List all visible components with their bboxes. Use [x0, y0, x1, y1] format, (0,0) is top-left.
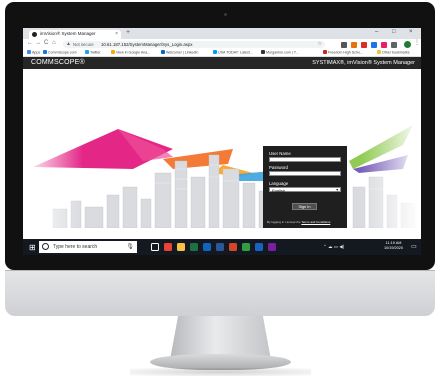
terms-prefix: By logging in I accept the: [267, 220, 302, 224]
word-icon[interactable]: [216, 243, 224, 251]
bookmark-item[interactable]: Welcome! | LinkedIn: [161, 50, 198, 55]
commscope-logo: COMMSCOPE®: [31, 59, 85, 66]
bookmark-label: Freedom High Scho...: [328, 50, 363, 55]
password-label: Password: [269, 165, 288, 170]
browser-tabstrip: imVision® System Manager × + – □ ×: [23, 28, 421, 39]
language-selected: English: [272, 188, 286, 193]
bookmark-label: Welcome! | LinkedIn: [166, 50, 199, 55]
start-button[interactable]: ⊞: [29, 243, 36, 252]
screen: imVision® System Manager × + – □ × ← → C…: [23, 28, 421, 255]
bookmark-icon: [27, 50, 31, 54]
favicon-icon: [32, 32, 37, 37]
monitor-scene: imVision® System Manager × + – □ × ← → C…: [0, 0, 441, 387]
clock-date: 10/19/2020: [384, 246, 404, 250]
bookmark-label: USA TODAY: Latest...: [218, 50, 253, 55]
bookmark-item[interactable]: Morganton.com | T...: [261, 50, 299, 55]
search-placeholder: Type here to search: [53, 244, 98, 250]
maximize-button[interactable]: □: [392, 29, 396, 35]
extension-icon[interactable]: [371, 41, 377, 48]
chevron-down-icon: ▼: [335, 187, 339, 192]
bookmarks-bar: Other bookmarks Apps CommScope.com Twitter…: [23, 49, 421, 57]
extension-icon[interactable]: [351, 41, 357, 48]
other-bookmarks-label: Other bookmarks: [382, 50, 410, 55]
bookmark-star-icon[interactable]: ☆: [318, 41, 322, 47]
bookmark-label: Morganton.com | T...: [266, 50, 299, 55]
folder-icon: [377, 50, 381, 54]
bookmark-label: CommScope.com: [48, 50, 77, 55]
task-view-icon[interactable]: [151, 243, 159, 251]
bookmark-label: View in Google Ana...: [116, 50, 151, 55]
app-7-icon[interactable]: [242, 243, 250, 251]
bookmark-icon: [85, 50, 89, 54]
login-panel: User Name Password Language English ▼ Si…: [263, 146, 347, 228]
bookmark-item[interactable]: View in Google Ana...: [111, 50, 150, 55]
taskbar-search[interactable]: Type here to search 🎙: [39, 241, 137, 253]
close-tab-icon[interactable]: ×: [115, 31, 118, 37]
bookmark-icon: [43, 50, 47, 54]
terms-notice: By logging in I accept the Terms and Con…: [267, 220, 347, 224]
microphone-icon[interactable]: 🎙: [126, 243, 134, 250]
bookmark-item[interactable]: Freedom High Scho...: [323, 50, 363, 55]
bookmark-item[interactable]: USA TODAY: Latest...: [213, 50, 253, 55]
webcam: [224, 13, 227, 16]
bookmark-icon: [323, 50, 327, 54]
terms-link[interactable]: Terms and Conditions: [301, 220, 330, 224]
outlook-icon[interactable]: [203, 243, 211, 251]
app-8-icon[interactable]: [255, 243, 263, 251]
language-label: Language: [269, 181, 289, 186]
hero-graphic: [23, 69, 421, 228]
app-9-icon[interactable]: [268, 243, 276, 251]
other-bookmarks[interactable]: Other bookmarks: [377, 50, 410, 55]
home-icon[interactable]: ⌂: [52, 40, 56, 46]
sign-in-button[interactable]: Sign In: [292, 203, 317, 210]
browser-tab[interactable]: imVision® System Manager ×: [29, 30, 121, 39]
bookmark-icon: [213, 50, 217, 54]
language-select[interactable]: English ▼: [269, 187, 341, 193]
address-bar[interactable]: ▲ Not secure 10.61.187.152/SystemManager…: [63, 40, 325, 48]
monitor-shadow: [130, 368, 311, 376]
notification-icon[interactable]: ▭: [411, 243, 417, 250]
username-input[interactable]: [269, 157, 341, 162]
chrome-icon[interactable]: [164, 243, 172, 251]
bookmark-item[interactable]: CommScope.com: [43, 50, 77, 55]
bookmark-label: Twitter: [90, 50, 101, 55]
extension-icon[interactable]: [341, 41, 347, 48]
back-icon[interactable]: ←: [27, 40, 33, 46]
bookmark-icon: [261, 50, 265, 54]
extension-icon[interactable]: [361, 41, 367, 48]
tab-title: imVision® System Manager: [40, 31, 96, 36]
new-tab-button[interactable]: +: [126, 29, 130, 36]
url-text[interactable]: 10.61.187.152/SystemManager/Sys_Login.as…: [101, 42, 193, 47]
password-input[interactable]: [269, 171, 341, 176]
reload-icon[interactable]: C: [44, 40, 48, 46]
minimize-button[interactable]: –: [375, 29, 378, 35]
browser-menu-icon[interactable]: ⋮: [414, 39, 420, 46]
extension-icon[interactable]: [391, 41, 397, 48]
excel-icon[interactable]: [190, 243, 198, 251]
browser-toolbar: ← → C ⌂ ▲ Not secure 10.61.187.152/Syste…: [23, 39, 421, 49]
forward-icon[interactable]: →: [35, 40, 41, 46]
bookmark-icon: [111, 50, 115, 54]
profile-avatar[interactable]: [404, 40, 411, 48]
bookmark-label: Apps: [32, 50, 41, 55]
bookmark-item[interactable]: Apps: [27, 50, 40, 55]
monitor-chin: [5, 270, 435, 316]
taskbar-clock[interactable]: 11:19 AM 10/19/2020: [384, 241, 403, 251]
not-secure-label: Not secure: [73, 41, 94, 47]
system-tray[interactable]: ⌃ ☁ ▭ ◀): [323, 244, 344, 250]
bookmark-item[interactable]: Twitter: [85, 50, 101, 55]
login-page: User Name Password Language English ▼ Si…: [23, 69, 421, 228]
bookmark-icon: [161, 50, 165, 54]
warning-icon: ▲: [66, 40, 71, 47]
file-explorer-icon[interactable]: [177, 243, 185, 251]
extension-icon[interactable]: [381, 41, 387, 48]
username-label: User Name: [269, 151, 291, 156]
app-header: COMMSCOPE® SYSTIMAX®, imVision® System M…: [23, 57, 421, 69]
close-window-button[interactable]: ×: [409, 29, 413, 35]
powerpoint-icon[interactable]: [229, 243, 237, 251]
cortana-icon: [42, 243, 49, 250]
windows-taskbar: ⊞ Type here to search 🎙 ⌃ ☁ ▭ ◀) 11:19 A…: [23, 239, 421, 255]
product-title: SYSTIMAX®, imVision® System Manager: [312, 60, 415, 66]
